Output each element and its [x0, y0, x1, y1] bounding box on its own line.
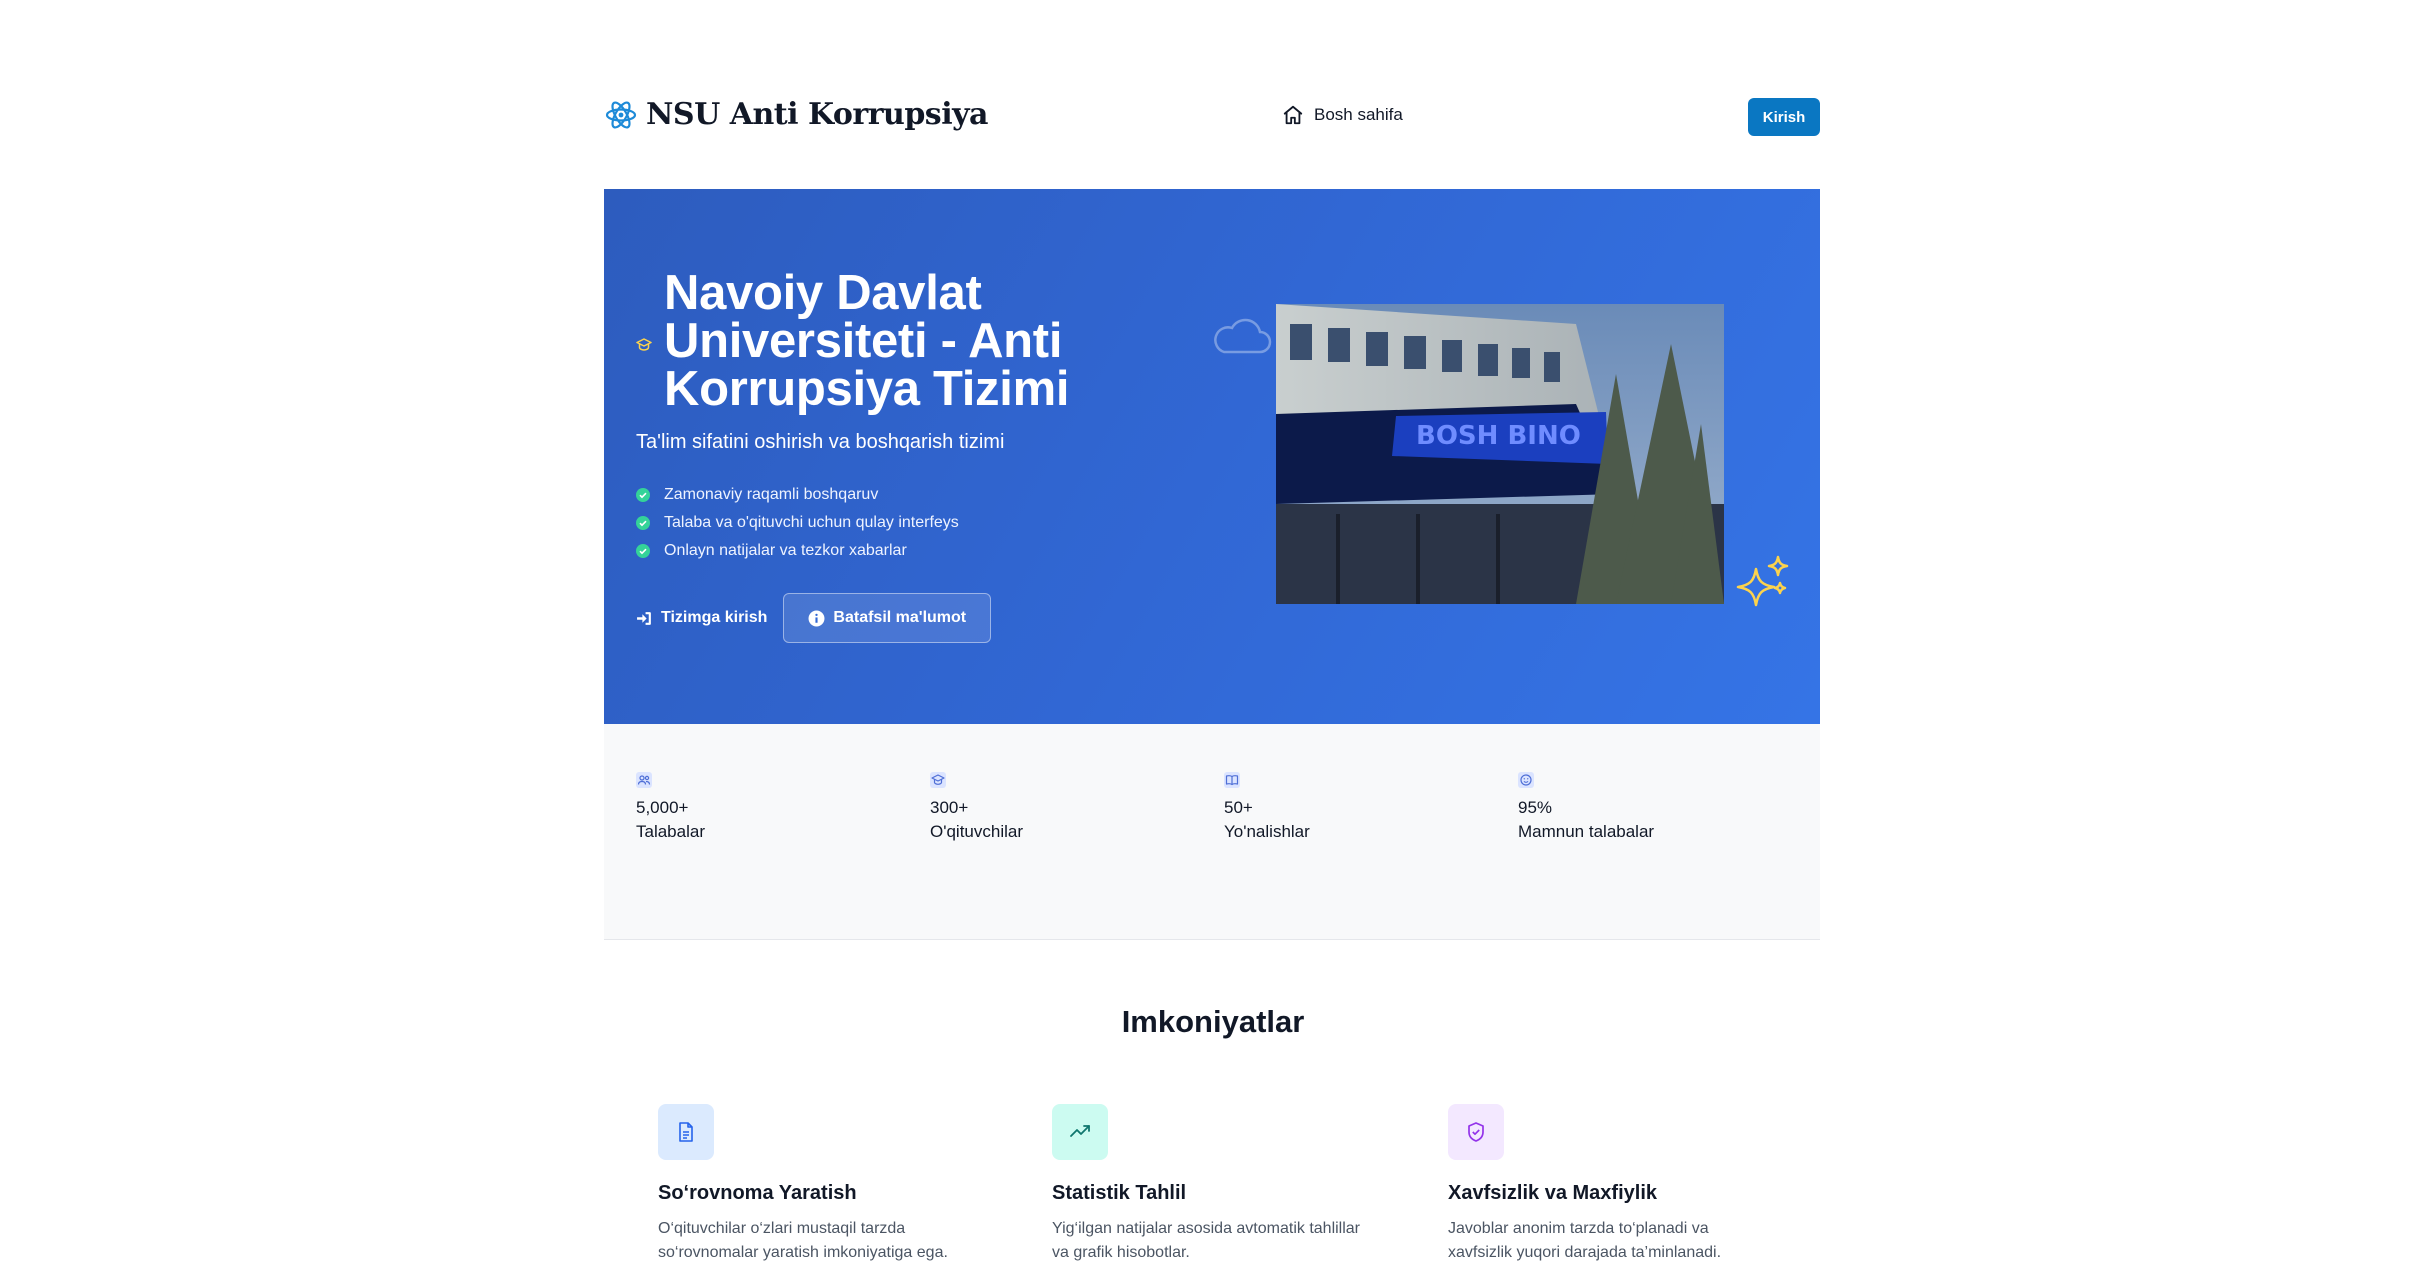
- top-navbar: NSU Anti Korrupsiya Bosh sahifa Kirish: [604, 92, 1820, 142]
- stat-value: 300+: [930, 798, 969, 817]
- hero-feature-list: Zamonaviy raqamli boshqaruv Talaba va o'…: [636, 481, 959, 565]
- stats-section: 5,000+ Talabalar 300+ O'qituvchilar 50+ …: [604, 724, 1820, 940]
- sparkles-icon: [1736, 555, 1789, 607]
- card-title: So‘rovnoma Yaratish: [658, 1182, 857, 1204]
- hero-feature-item: Zamonaviy raqamli boshqaruv: [636, 481, 959, 509]
- trending-up-icon: [1070, 1125, 1090, 1137]
- card-text: Yig‘ilgan natijalar asosida avtomatik ta…: [1052, 1220, 1361, 1261]
- card-icon-box: [1052, 1104, 1108, 1160]
- smile-icon: [1518, 772, 1534, 788]
- nav-home-label: Bosh sahifa: [1314, 105, 1403, 124]
- more-info-button[interactable]: Batafsil ma'lumot: [783, 593, 992, 643]
- stat-value: 5,000+: [636, 798, 689, 817]
- feature-card-statistics: Statistik Tahlil Yig‘ilgan natijalar aso…: [1052, 1104, 1392, 1265]
- stat-students: 5,000+ Talabalar: [636, 772, 705, 844]
- system-login-label: Tizimga kirish: [661, 609, 768, 626]
- check-circle-icon: [636, 488, 650, 502]
- atom-icon: [605, 100, 637, 129]
- hero-heading: Navoiy Davlat Universiteti - Anti Korrup…: [636, 266, 1184, 416]
- shield-check-icon: [1468, 1122, 1484, 1142]
- book-open-icon: [1224, 772, 1240, 788]
- university-building-photo: BOSH BINO: [1276, 304, 1724, 604]
- hero-feature-text: Talaba va o'qituvchi uchun qulay interfe…: [664, 514, 959, 531]
- card-title: Xavfsizlik va Maxfiylik: [1448, 1182, 1658, 1204]
- brand-logo[interactable]: NSU Anti Korrupsiya: [604, 97, 988, 132]
- hero-feature-item: Talaba va o'qituvchi uchun qulay interfe…: [636, 509, 959, 537]
- home-icon: [1283, 105, 1303, 125]
- stat-label: Talabalar: [636, 822, 705, 841]
- hero-subtitle: Ta'lim sifatini oshirish va boshqarish t…: [636, 431, 1005, 453]
- stat-value: 95%: [1518, 798, 1553, 817]
- stat-label: Yo'nalishlar: [1224, 822, 1310, 841]
- photo-sign-text: BOSH BINO: [1416, 421, 1581, 451]
- users-icon: [636, 772, 652, 788]
- stat-satisfaction: 95% Mamnun talabalar: [1518, 772, 1654, 844]
- stat-value: 50+: [1224, 798, 1253, 817]
- features-section-title: Imkoniyatlar: [1121, 1004, 1305, 1039]
- graduation-cap-icon: [636, 338, 652, 351]
- more-info-label: Batafsil ma'lumot: [833, 609, 967, 626]
- hero-actions: Tizimga kirish Batafsil ma'lumot: [636, 593, 992, 643]
- document-icon: [679, 1122, 693, 1142]
- sign-in-icon: [637, 611, 651, 625]
- card-icon-box: [1448, 1104, 1504, 1160]
- nav-home-link[interactable]: Bosh sahifa: [1282, 104, 1403, 126]
- card-text: Javoblar anonim tarzda to‘planadi va xav…: [1448, 1220, 1722, 1261]
- hero-title: Navoiy Davlat Universiteti - Anti Korrup…: [664, 266, 1070, 416]
- card-icon-box: [658, 1104, 714, 1160]
- info-icon: [808, 610, 825, 626]
- stat-label: Mamnun talabalar: [1518, 822, 1655, 841]
- card-text: O‘qituvchilar o‘zlari mustaqil tarzda so…: [658, 1220, 948, 1261]
- brand-name: NSU Anti Korrupsiya: [646, 97, 988, 132]
- stat-label: O'qituvchilar: [930, 822, 1024, 841]
- card-title: Statistik Tahlil: [1052, 1182, 1187, 1204]
- check-circle-icon: [636, 516, 650, 530]
- graduation-cap-icon: [930, 772, 946, 788]
- login-button[interactable]: Kirish: [1748, 98, 1820, 136]
- check-circle-icon: [636, 544, 650, 558]
- system-login-link[interactable]: Tizimga kirish: [636, 609, 767, 627]
- stat-directions: 50+ Yo'nalishlar: [1224, 772, 1310, 844]
- hero-banner: Navoiy Davlat Universiteti - Anti Korrup…: [604, 189, 1820, 724]
- feature-card-survey: So‘rovnoma Yaratish O‘qituvchilar o‘zlar…: [658, 1104, 998, 1265]
- stat-teachers: 300+ O'qituvchilar: [930, 772, 1023, 844]
- cloud-icon: [1214, 318, 1272, 354]
- hero-feature-item: Onlayn natijalar va tezkor xabarlar: [636, 537, 959, 565]
- hero-feature-text: Onlayn natijalar va tezkor xabarlar: [664, 542, 907, 559]
- hero-feature-text: Zamonaviy raqamli boshqaruv: [664, 486, 879, 503]
- feature-card-security: Xavfsizlik va Maxfiylik Javoblar anonim …: [1448, 1104, 1788, 1265]
